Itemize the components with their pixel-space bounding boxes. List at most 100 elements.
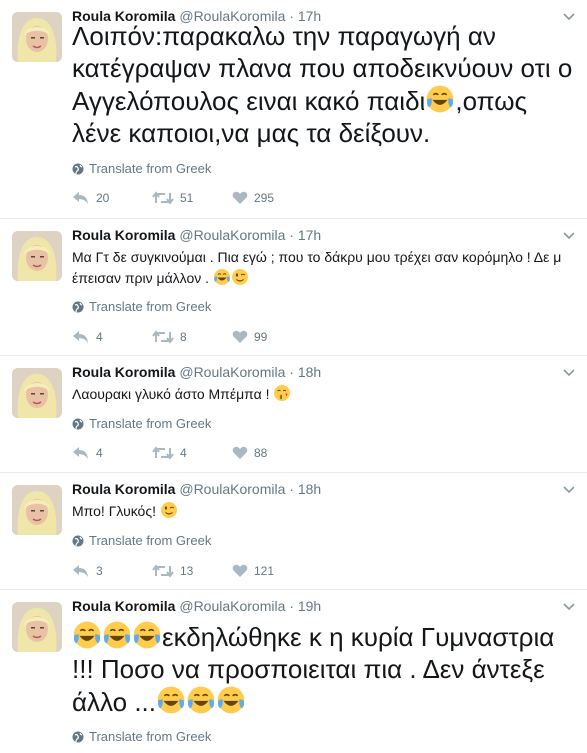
tweet-text: Μα Γτ δε συγκινούμαι . Πια εγώ ; που το …: [72, 247, 573, 289]
retweet-icon: [152, 564, 174, 578]
tweet-time[interactable]: 18h: [298, 481, 321, 497]
reply-icon: [73, 447, 88, 459]
avatar[interactable]: [12, 12, 62, 62]
separator-dot: ·: [289, 227, 294, 243]
tweet-actions: 4 8 99: [72, 327, 312, 347]
retweet-count: 51: [180, 191, 194, 205]
tweet[interactable]: Roula Koromila @RoulaKoromila · 18h Μπο!…: [0, 473, 587, 590]
tweet[interactable]: Roula Koromila @RoulaKoromila · 17h Λοιπ…: [0, 0, 587, 219]
like-count: 121: [254, 564, 275, 578]
retweet-count: 13: [180, 564, 194, 578]
tweet-feed: Roula Koromila @RoulaKoromila · 17h Λοιπ…: [0, 0, 587, 753]
avatar[interactable]: [12, 602, 62, 652]
tweet-text-part: Λαουρακι γλυκό άστο Μπέμπα !: [72, 386, 274, 402]
retweet-button[interactable]: 4: [152, 446, 232, 460]
retweet-icon: [152, 330, 174, 344]
face-with-tears-of-joy-icon: [213, 269, 230, 285]
translate-label: Translate from Greek: [89, 299, 212, 314]
tweet-time[interactable]: 17h: [298, 227, 321, 243]
heart-icon: [232, 191, 248, 204]
translate-link[interactable]: Translate from Greek: [72, 533, 211, 548]
author-handle[interactable]: @RoulaKoromila: [179, 364, 285, 380]
face-with-tears-of-joy-icon: [427, 85, 454, 113]
like-button[interactable]: 295: [232, 191, 312, 205]
chevron-down-icon[interactable]: [561, 364, 577, 380]
globe-icon: [72, 731, 84, 742]
heart-icon: [232, 330, 248, 343]
like-button[interactable]: 99: [232, 330, 312, 344]
winking-face-icon: [231, 269, 248, 285]
like-button[interactable]: 121: [232, 564, 312, 578]
tweet-actions: 3 13 121: [72, 561, 312, 581]
reply-button[interactable]: 4: [72, 330, 152, 344]
reply-count: 4: [96, 446, 103, 460]
like-count: 88: [254, 446, 268, 460]
retweet-icon: [152, 191, 174, 205]
reply-button[interactable]: 3: [72, 564, 152, 578]
face-with-tears-of-joy-icon: [133, 621, 161, 649]
reply-icon: [73, 565, 88, 577]
reply-count: 3: [96, 564, 103, 578]
face-with-tears-of-joy-icon: [187, 686, 215, 714]
like-button[interactable]: 88: [232, 446, 312, 460]
tweet-text: Λοιπόν:παρακαλω την παραγωγή αν κατέγραψ…: [72, 20, 573, 149]
author-name[interactable]: Roula Koromila: [72, 364, 175, 380]
reply-icon: [73, 192, 88, 204]
chevron-down-icon[interactable]: [561, 598, 577, 614]
reply-count: 4: [96, 330, 103, 344]
retweet-button[interactable]: 13: [152, 564, 232, 578]
translate-link[interactable]: Translate from Greek: [72, 299, 211, 314]
translate-label: Translate from Greek: [89, 416, 212, 431]
like-count: 295: [254, 191, 275, 205]
translate-label: Translate from Greek: [89, 161, 212, 176]
reply-count: 20: [96, 191, 110, 205]
retweet-count: 4: [180, 446, 187, 460]
winking-face-icon: [160, 502, 177, 518]
tweet[interactable]: Roula Koromila @RoulaKoromila · 19h εκδη…: [0, 590, 587, 753]
globe-icon: [72, 535, 84, 546]
reply-button[interactable]: 4: [72, 446, 152, 460]
separator-dot: ·: [289, 364, 294, 380]
tweet[interactable]: Roula Koromila @RoulaKoromila · 18h Λαου…: [0, 356, 587, 473]
retweet-button[interactable]: 51: [152, 191, 232, 205]
face-blowing-a-kiss-icon: [274, 385, 291, 401]
avatar[interactable]: [12, 368, 62, 418]
tweet-text-part: Μα Γτ δε συγκινούμαι . Πια εγώ ; που το …: [72, 249, 562, 286]
avatar[interactable]: [12, 485, 62, 535]
tweet-header: Roula Koromila @RoulaKoromila · 19h: [72, 598, 321, 614]
author-handle[interactable]: @RoulaKoromila: [179, 598, 285, 614]
heart-icon: [232, 446, 248, 459]
retweet-icon: [152, 446, 174, 460]
heart-icon: [232, 564, 248, 577]
translate-label: Translate from Greek: [89, 533, 212, 548]
separator-dot: ·: [289, 598, 294, 614]
author-name[interactable]: Roula Koromila: [72, 227, 175, 243]
tweet-actions: 20 51 295: [72, 188, 312, 208]
tweet-time[interactable]: 19h: [298, 598, 321, 614]
tweet-text: Λαουρακι γλυκό άστο Μπέμπα !: [72, 384, 573, 405]
chevron-down-icon[interactable]: [561, 227, 577, 243]
globe-icon: [72, 163, 84, 174]
face-with-tears-of-joy-icon: [217, 686, 245, 714]
retweet-button[interactable]: 8: [152, 330, 232, 344]
avatar[interactable]: [12, 231, 62, 281]
tweet-time[interactable]: 18h: [298, 364, 321, 380]
tweet[interactable]: Roula Koromila @RoulaKoromila · 17h Μα Γ…: [0, 219, 587, 356]
author-name[interactable]: Roula Koromila: [72, 481, 175, 497]
reply-button[interactable]: 20: [72, 191, 152, 205]
translate-link[interactable]: Translate from Greek: [72, 161, 211, 176]
tweet-text: Μπο! Γλυκός!: [72, 501, 573, 522]
tweet-actions: 4 4 88: [72, 443, 312, 463]
tweet-text-part: Μπο! Γλυκός!: [72, 503, 160, 519]
author-name[interactable]: Roula Koromila: [72, 598, 175, 614]
like-count: 99: [254, 330, 268, 344]
author-handle[interactable]: @RoulaKoromila: [179, 481, 285, 497]
chevron-down-icon[interactable]: [561, 481, 577, 497]
translate-link[interactable]: Translate from Greek: [72, 729, 211, 744]
tweet-text: εκδηλώθηκε κ η κυρία Γυμναστρια !!! Ποσο…: [72, 620, 573, 718]
tweet-header: Roula Koromila @RoulaKoromila · 18h: [72, 364, 321, 380]
translate-link[interactable]: Translate from Greek: [72, 416, 211, 431]
author-handle[interactable]: @RoulaKoromila: [179, 227, 285, 243]
tweet-header: Roula Koromila @RoulaKoromila · 17h: [72, 227, 321, 243]
retweet-count: 8: [180, 330, 187, 344]
